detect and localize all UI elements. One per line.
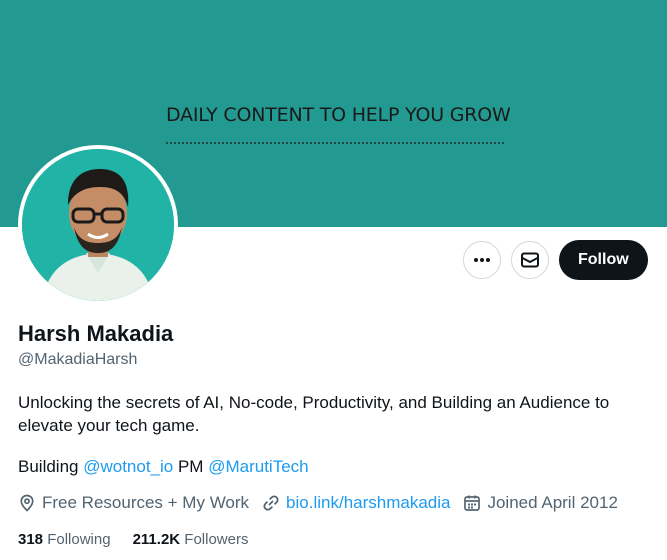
website-link[interactable]: bio.link/harshmakadia [286, 493, 450, 513]
mail-icon [521, 252, 539, 268]
calendar-icon [464, 495, 481, 511]
profile-bio: Unlocking the secrets of AI, No-code, Pr… [18, 393, 610, 435]
followers-stat[interactable]: 211.2K Followers [133, 531, 249, 548]
profile-stats: 318 Following 211.2K Followers [18, 531, 248, 548]
followers-count: 211.2K [132, 531, 181, 548]
link-icon [263, 495, 279, 511]
following-count: 318 [18, 531, 44, 548]
bio-text-prefix: Building [18, 457, 84, 476]
avatar[interactable] [18, 145, 178, 305]
joined-item: Joined April 2012 [463, 493, 618, 513]
mention-wotnot[interactable]: @wotnot_io [83, 457, 173, 476]
banner-text: DAILY CONTENT TO HELP YOU GROW [166, 104, 511, 126]
profile-name: Harsh Makadia [18, 321, 174, 346]
following-stat[interactable]: 318 Following [18, 531, 111, 548]
followers-label: Followers [184, 531, 249, 548]
profile-meta: Free Resources + My Work bio.link/harshm… [18, 493, 631, 513]
more-icon [474, 258, 490, 262]
profile-handle: @MakadiaHarsh [18, 351, 138, 368]
following-label: Following [47, 531, 111, 548]
website-item: bio.link/harshmakadia [262, 493, 450, 513]
joined-text: Joined April 2012 [487, 493, 618, 512]
location-text: Free Resources + My Work [42, 493, 250, 512]
bio-text-middle: PM [173, 457, 209, 476]
more-button[interactable] [463, 241, 501, 279]
location-icon [20, 494, 34, 512]
location-item: Free Resources + My Work [18, 493, 249, 513]
follow-button[interactable]: Follow [559, 240, 648, 280]
profile-actions: Follow [463, 240, 648, 280]
message-button[interactable] [511, 241, 549, 279]
avatar-portrait-icon [22, 149, 174, 301]
banner-underline [166, 142, 504, 144]
mention-marutitech[interactable]: @MarutiTech [208, 457, 308, 476]
profile-bio-line2: Building @wotnot_io PM @MarutiTech [18, 457, 309, 477]
